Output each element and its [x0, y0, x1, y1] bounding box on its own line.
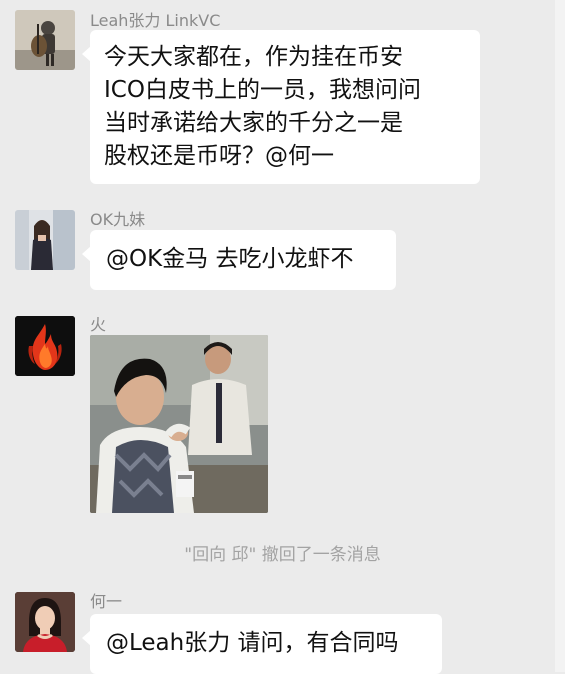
avatar-he-yi[interactable] — [15, 592, 75, 652]
message-bubble[interactable]: @Leah张力 请问，有合同吗 — [82, 614, 442, 674]
avatar-ok-jiumei-image — [15, 210, 75, 270]
meme-photo[interactable] — [90, 335, 268, 513]
sender-name: OK九妹 — [90, 210, 146, 229]
message-text: @OK金马 去吃小龙虾不 — [106, 246, 354, 272]
avatar-ok-jiumei[interactable] — [15, 210, 75, 270]
message-bubble[interactable]: 今天大家都在，作为挂在币安 ICO白皮书上的一员，我想问问 当时承诺给大家的千分… — [82, 30, 480, 184]
avatar-leah-image — [15, 10, 75, 70]
avatar-he-yi-image — [15, 592, 75, 652]
avatar-fire[interactable] — [15, 316, 75, 376]
avatar-leah[interactable] — [15, 10, 75, 70]
recall-notice: "回向 邱" 撤回了一条消息 — [184, 545, 381, 565]
message-text: 今天大家都在，作为挂在币安 ICO白皮书上的一员，我想问问 当时承诺给大家的千分… — [104, 44, 421, 169]
sender-name: 火 — [90, 315, 107, 334]
fire-icon — [15, 316, 75, 376]
sender-name: 何一 — [90, 592, 123, 611]
message-text: @Leah张力 请问，有合同吗 — [106, 630, 399, 656]
scroll-edge — [555, 0, 565, 672]
sender-name: Leah张力 LinkVC — [90, 11, 221, 30]
meme-photo-image — [90, 335, 268, 513]
message-bubble[interactable]: @OK金马 去吃小龙虾不 — [82, 230, 396, 290]
